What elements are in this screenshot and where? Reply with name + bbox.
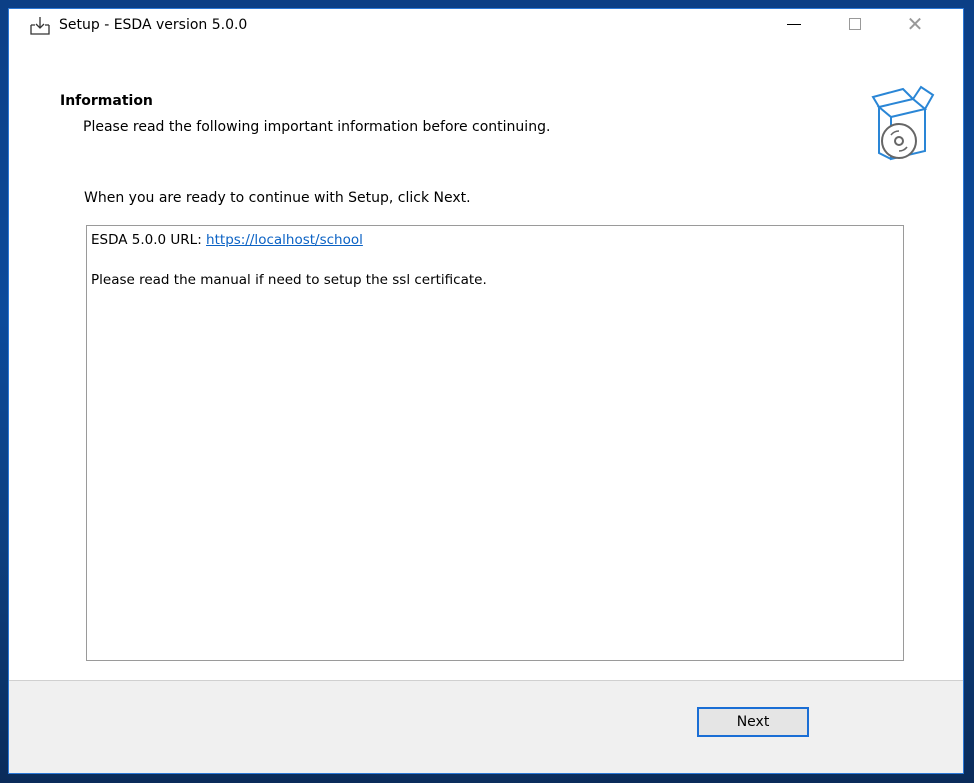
- url-link[interactable]: https://localhost/school: [206, 232, 363, 248]
- page-title: Information: [60, 93, 153, 109]
- url-line: ESDA 5.0.0 URL: https://localhost/school: [91, 232, 899, 252]
- title-row[interactable]: Setup - ESDA version 5.0.0 ✕: [9, 9, 963, 39]
- page-subtitle: Please read the following important info…: [83, 119, 551, 135]
- minimize-icon: [787, 23, 801, 25]
- footer-bar: Next: [9, 681, 963, 773]
- download-tray-icon: [30, 17, 50, 35]
- maximize-button[interactable]: [825, 9, 885, 39]
- information-text-area[interactable]: ESDA 5.0.0 URL: https://localhost/school…: [86, 225, 904, 661]
- next-button[interactable]: Next: [697, 707, 809, 737]
- title-bar: Setup - ESDA version 5.0.0 ✕: [9, 9, 963, 87]
- maximize-icon: [849, 18, 861, 30]
- close-icon: ✕: [906, 12, 924, 36]
- close-button[interactable]: ✕: [885, 9, 945, 39]
- minimize-button[interactable]: [764, 9, 824, 39]
- software-box-cd-icon: [871, 85, 935, 161]
- url-label: ESDA 5.0.0 URL:: [91, 232, 207, 248]
- setup-window: Setup - ESDA version 5.0.0 ✕ Information…: [8, 8, 964, 774]
- ssl-note: Please read the manual if need to setup …: [91, 272, 487, 288]
- window-title: Setup - ESDA version 5.0.0: [59, 17, 248, 33]
- intro-text: When you are ready to continue with Setu…: [84, 190, 471, 206]
